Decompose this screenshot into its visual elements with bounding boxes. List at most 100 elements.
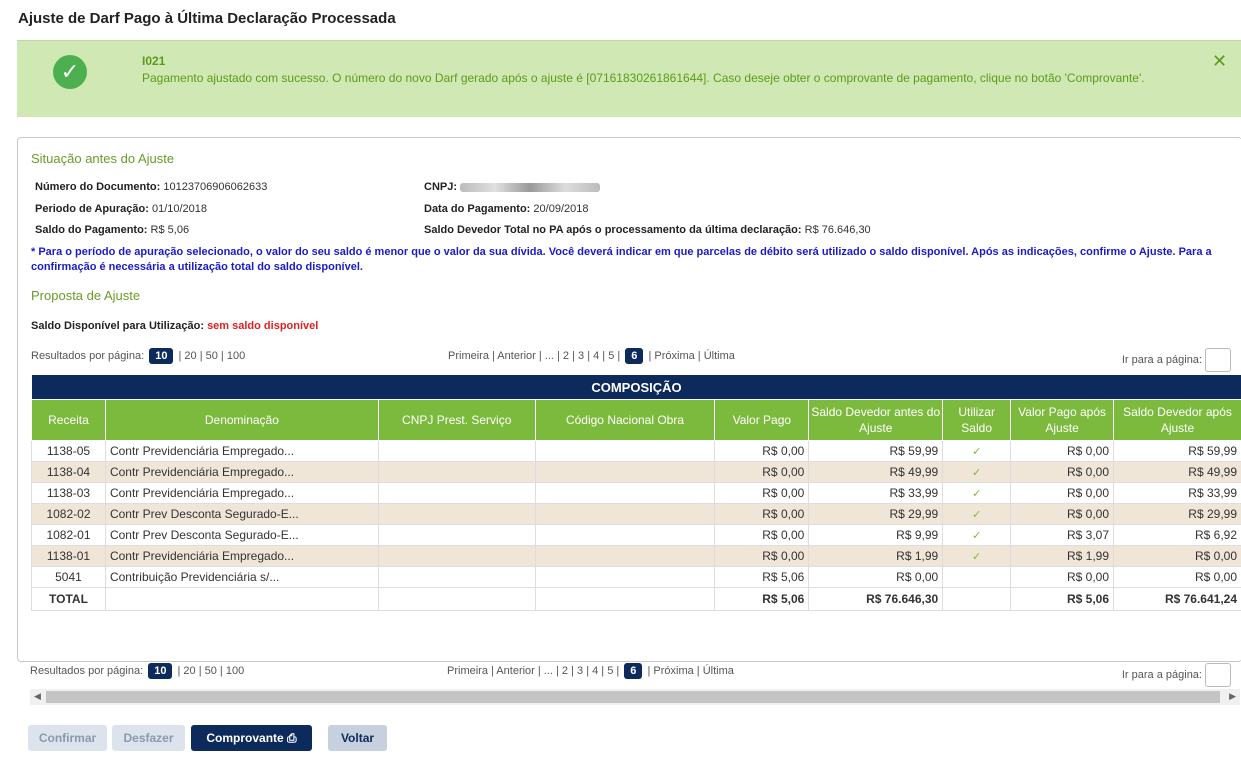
- cell-saldo_apos: R$ 0,00: [1113, 545, 1241, 567]
- scroll-right-icon[interactable]: ▶: [1229, 691, 1236, 702]
- cell-valor_apos: R$ 3,07: [1010, 524, 1115, 546]
- cell-valor_apos: R$ 0,00: [1010, 503, 1115, 525]
- utilizar-saldo-checkbox[interactable]: ✓: [942, 503, 1012, 525]
- total-valor_pago: R$ 5,06: [714, 587, 810, 611]
- saldo-devedor-total: Saldo Devedor Total no PA após o process…: [424, 224, 871, 236]
- total-saldo_antes: R$ 76.646,30: [808, 587, 944, 611]
- cell-denom: Contr Previdenciária Empregado...: [104, 461, 379, 483]
- cell-denom: Contr Previdenciária Empregado...: [104, 545, 379, 567]
- table-row: 1082-02 Contr Prev Desconta Segurado-E...…: [31, 503, 1241, 525]
- total-empty: [377, 587, 536, 611]
- cell-valor_pago: R$ 0,00: [714, 461, 810, 483]
- cell-receita: 1138-05: [31, 440, 106, 462]
- cell-cnpj: [377, 440, 536, 462]
- cell-cnpj: [377, 482, 536, 504]
- rpp-options[interactable]: | 20 | 50 | 100: [178, 665, 245, 677]
- scroll-left-icon[interactable]: ◀: [34, 691, 41, 702]
- cell-denom: Contr Previdenciária Empregado...: [104, 482, 379, 504]
- cell-saldo_antes: R$ 49,99: [808, 461, 944, 483]
- cell-saldo_antes: R$ 29,99: [808, 503, 944, 525]
- utilizar-saldo-checkbox[interactable]: [942, 566, 1012, 588]
- confirmar-button[interactable]: Confirmar: [28, 725, 107, 751]
- cell-saldo_antes: R$ 1,99: [808, 545, 944, 567]
- utilizar-saldo-checkbox[interactable]: ✓: [942, 440, 1012, 462]
- cell-saldo_antes: R$ 9,99: [808, 524, 944, 546]
- horizontal-scrollbar[interactable]: ◀ ▶: [30, 689, 1240, 705]
- utilizar-saldo-checkbox[interactable]: ✓: [942, 524, 1012, 546]
- cell-receita: 1138-03: [31, 482, 106, 504]
- success-alert: ✓ I021 Pagamento ajustado com sucesso. O…: [17, 40, 1241, 117]
- goto-page-input[interactable]: [1205, 348, 1231, 372]
- cell-cnpj: [377, 524, 536, 546]
- col-saldo-apos: Saldo Devedor após Ajuste: [1113, 399, 1241, 441]
- cell-valor_pago: R$ 5,06: [714, 566, 810, 588]
- cell-cnpj: [377, 461, 536, 483]
- rpp-options[interactable]: | 20 | 50 | 100: [179, 350, 246, 362]
- page-6-button[interactable]: 6: [624, 663, 643, 679]
- table-row: 1138-01 Contr Previdenciária Empregado...…: [31, 545, 1241, 567]
- pager-nav-next[interactable]: | Próxima | Última: [647, 665, 733, 677]
- cell-saldo_apos: R$ 29,99: [1113, 503, 1241, 525]
- alert-code: I021: [142, 54, 166, 68]
- saldo-disponivel: Saldo Disponível para Utilização: sem sa…: [31, 320, 319, 332]
- col-valor-pago: Valor Pago: [714, 399, 810, 441]
- pager-nav-next[interactable]: | Próxima | Última: [648, 350, 734, 362]
- proposta-title: Proposta de Ajuste: [31, 288, 141, 303]
- table-row: 5041 Contribuição Previdenciária s/... R$ …: [31, 566, 1241, 588]
- close-icon[interactable]: ✕: [1212, 51, 1227, 72]
- cell-receita: 1082-01: [31, 524, 106, 546]
- desfazer-button[interactable]: Desfazer: [112, 725, 185, 751]
- data-pagamento: Data do Pagamento: 20/09/2018: [424, 203, 589, 215]
- cell-cnpj: [377, 545, 536, 567]
- col-receita: Receita: [31, 399, 106, 441]
- cell-receita: 1138-01: [31, 545, 106, 567]
- ajuste-panel: Situação antes do Ajuste Número do Docum…: [17, 137, 1241, 662]
- total-empty: [942, 587, 1012, 611]
- comprovante-button[interactable]: Comprovante ⎙: [191, 725, 312, 751]
- table-row: 1138-04 Contr Previdenciária Empregado...…: [31, 461, 1241, 483]
- cell-obra: [534, 545, 716, 567]
- utilizar-saldo-checkbox[interactable]: ✓: [942, 461, 1012, 483]
- col-saldo-antes: Saldo Devedor antes do Ajuste: [808, 399, 944, 441]
- cell-cnpj: [377, 566, 536, 588]
- cell-receita: 1082-02: [31, 503, 106, 525]
- cell-valor_pago: R$ 0,00: [714, 482, 810, 504]
- total-empty: [104, 587, 379, 611]
- pager-top: Resultados por página: 10 | 20 | 50 | 10…: [31, 343, 1231, 372]
- total-saldo_apos: R$ 76.641,24: [1113, 587, 1241, 611]
- utilizar-saldo-checkbox[interactable]: ✓: [942, 545, 1012, 567]
- pager-nav-prev[interactable]: Primeira | Anterior | ... | 2 | 3 | 4 | …: [447, 665, 619, 677]
- check-circle-icon: ✓: [53, 55, 87, 89]
- info-note: * Para o período de apuração selecionado…: [31, 246, 1212, 273]
- goto-page-input[interactable]: [1205, 663, 1231, 687]
- col-cnpj: CNPJ Prest. Serviço: [377, 399, 536, 441]
- pager-nav-prev[interactable]: Primeira | Anterior | ... | 2 | 3 | 4 | …: [448, 350, 620, 362]
- cell-saldo_apos: R$ 49,99: [1113, 461, 1241, 483]
- cell-obra: [534, 440, 716, 462]
- cell-saldo_antes: R$ 0,00: [808, 566, 944, 588]
- voltar-button[interactable]: Voltar: [328, 725, 387, 751]
- cell-cnpj: [377, 503, 536, 525]
- col-utilizar-saldo: Utilizar Saldo: [942, 399, 1012, 441]
- total-row: TOTAL R$ 5,06 R$ 76.646,30 R$ 5,06 R$ 76.641…: [31, 587, 1241, 611]
- utilizar-saldo-checkbox[interactable]: ✓: [942, 482, 1012, 504]
- cell-obra: [534, 503, 716, 525]
- page-6-button[interactable]: 6: [625, 348, 644, 364]
- cell-valor_pago: R$ 0,00: [714, 524, 810, 546]
- printer-icon: ⎙: [287, 730, 297, 745]
- scrollbar-thumb[interactable]: [46, 691, 1220, 703]
- cell-obra: [534, 461, 716, 483]
- cell-valor_apos: R$ 1,99: [1010, 545, 1115, 567]
- rpp-10-button[interactable]: 10: [148, 663, 173, 679]
- cell-valor_apos: R$ 0,00: [1010, 440, 1115, 462]
- pager-bottom: Resultados por página: 10 | 20 | 50 | 10…: [30, 658, 1231, 687]
- cell-receita: 1138-04: [31, 461, 106, 483]
- numero-documento: Número do Documento: 10123706906062633: [35, 181, 268, 193]
- table-row: 1138-05 Contr Previdenciária Empregado...…: [31, 440, 1241, 462]
- cell-denom: Contribuição Previdenciária s/...: [104, 566, 379, 588]
- table-caption: COMPOSIÇÃO: [31, 375, 1241, 400]
- rpp-10-button[interactable]: 10: [149, 348, 174, 364]
- total-label: TOTAL: [31, 587, 106, 611]
- cell-obra: [534, 482, 716, 504]
- cell-valor_apos: R$ 0,00: [1010, 566, 1115, 588]
